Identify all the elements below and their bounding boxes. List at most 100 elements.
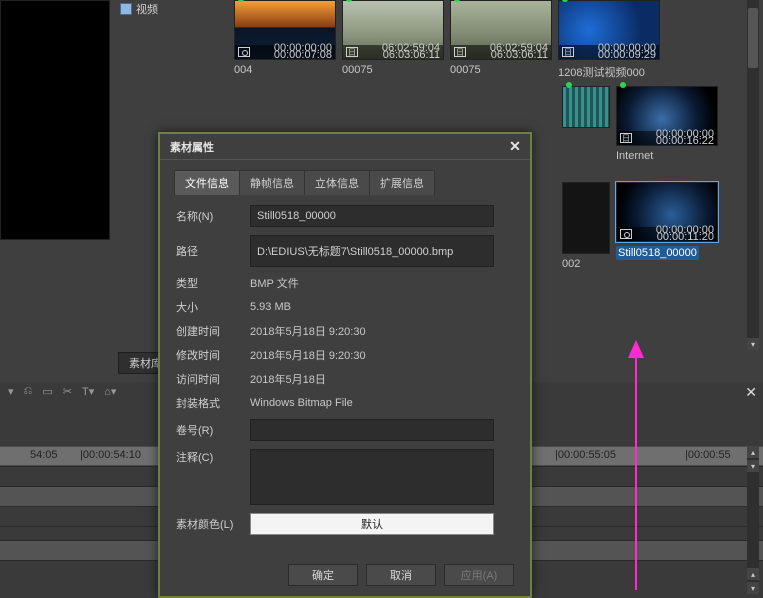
clip-label: 002 [562,258,610,270]
tab-file-info[interactable]: 文件信息 [174,170,240,195]
timeline-close-icon[interactable]: ✕ [745,384,757,401]
value-size: 5.93 MB [250,301,514,313]
value-type: BMP 文件 [250,275,514,291]
clip-thumbnail[interactable]: 日 00:00:00:0000:00:09:29 [558,0,660,60]
clip-002[interactable]: 002 [562,182,610,272]
label-accessed: 访问时间 [176,371,240,387]
clip-label: Internet [616,150,718,162]
label-name: 名称(N) [176,208,240,224]
thumb-infobar: 00:00:00:0000:00:07:08 [235,45,335,59]
tool-marker[interactable]: ▭ [42,385,52,398]
clip-label: 1208测试视频000 [558,64,660,80]
folder-icon [120,3,132,15]
thumb-infobar: 日 00:00:00:0000:00:09:29 [559,45,659,59]
clip-004[interactable]: 00:00:00:0000:00:07:08 004 [234,0,336,80]
path-input[interactable] [250,235,494,267]
dialog-buttons: 确定 取消 应用(A) [288,564,514,586]
clip-label: 00075 [342,64,444,76]
clip-timecode: 00:00:00:0000:00:11:20 [656,227,714,241]
apply-button[interactable]: 应用(A) [444,564,514,586]
label-comment: 注释(C) [176,449,240,465]
clip-timecode: 00:00:00:0000:00:07:08 [274,45,332,59]
dialog-tabs: 文件信息 静帧信息 立体信息 扩展信息 [174,170,520,195]
clip-internet[interactable]: 日 00:00:00:0000:00:16:22 Internet [616,86,718,176]
label-modified: 修改时间 [176,347,240,363]
tree-item-video[interactable]: 视频 [118,0,228,18]
reel-input[interactable] [250,419,494,441]
tool-cut[interactable]: ✂ [63,385,72,398]
ruler-tick: |00:00:55:05 [555,449,616,461]
tool-undo[interactable]: ⎌ [24,385,33,398]
dialog-title: 素材属性 [170,139,214,155]
tool-title[interactable]: T▾ [82,385,94,398]
clip-thumbnail[interactable] [562,182,610,254]
clip-thumbnail[interactable]: 00:00:00:0000:00:07:08 [234,0,336,60]
clip-timecode: 06:02:59:0406:03:06:11 [490,45,548,59]
bin-scrollbar[interactable]: ▾ [747,0,759,350]
label-type: 类型 [176,275,240,291]
thumb-infobar: 日 00:00:00:0000:00:16:22 [617,131,717,145]
value-modified: 2018年5月18日 9:20:30 [250,347,514,363]
clip-thumbnail[interactable]: 日 06:02:59:0406:03:06:11 [342,0,444,60]
comment-input[interactable] [250,449,494,505]
tab-still-info[interactable]: 静帧信息 [239,170,305,195]
dialog-titlebar[interactable]: 素材属性 ✕ [160,134,530,160]
clip-color-button-label: 默认 [361,516,383,532]
scrollbar-down-button[interactable]: ▾ [747,460,759,472]
day-icon: 日 [346,47,358,57]
scrollbar-down-button[interactable]: ▾ [747,582,759,594]
online-indicator-icon [238,0,244,2]
clip-label: 00075 [450,64,552,76]
close-icon[interactable]: ✕ [506,139,524,155]
tab-ext-info[interactable]: 扩展信息 [369,170,435,195]
clip-still0518[interactable]: 00:00:00:0000:00:11:20 Still0518_00000 [616,182,718,272]
thumb-infobar: 00:00:00:0000:00:11:20 [617,227,717,241]
day-icon: 日 [562,47,574,57]
clip-timecode: 06:02:59:0406:03:06:11 [382,45,440,59]
clip-color-button[interactable]: 默认 [250,513,494,535]
value-accessed: 2018年5月18日 [250,371,514,387]
label-created: 创建时间 [176,323,240,339]
ruler-tick: |00:00:54:10 [80,449,141,461]
clip-1208[interactable]: 日 00:00:00:0000:00:09:29 1208测试视频000 [558,0,660,80]
clip-thumbnail[interactable]: 日 06:02:59:0406:03:06:11 [450,0,552,60]
preview-monitor [0,0,110,240]
online-indicator-icon [454,0,460,2]
thumb-infobar: 日 06:02:59:0406:03:06:11 [343,45,443,59]
ok-button[interactable]: 确定 [288,564,358,586]
scrollbar-up-button[interactable]: ▴ [747,568,759,580]
label-reel: 卷号(R) [176,422,240,438]
clip-thumbnail[interactable] [562,86,610,128]
cancel-button[interactable]: 取消 [366,564,436,586]
online-indicator-icon [566,82,572,88]
dialog-body: 名称(N) 路径 类型 BMP 文件 大小 5.93 MB 创建时间 2018年… [160,195,530,545]
scrollbar-down-button[interactable]: ▾ [747,338,759,350]
tab-stereo-info[interactable]: 立体信息 [304,170,370,195]
online-indicator-icon [346,0,352,2]
scrollbar-thumb[interactable] [748,8,758,68]
clip-thumbnail[interactable]: 00:00:00:0000:00:11:20 [616,182,718,242]
clip-00075a[interactable]: 日 06:02:59:0406:03:06:11 00075 [342,0,444,80]
timeline-scrollbar[interactable]: ▴ ▾ ▴ ▾ [747,446,759,594]
online-indicator-icon [620,82,626,88]
clip-timecode: 00:00:00:0000:00:16:22 [656,131,714,145]
camera-icon [620,229,632,239]
clip-label: Still0518_00000 [616,246,699,260]
name-input[interactable] [250,205,494,227]
day-icon: 日 [454,47,466,57]
value-container: Windows Bitmap File [250,397,514,409]
clip-00075b[interactable]: 日 06:02:59:0406:03:06:11 00075 [450,0,552,80]
value-created: 2018年5月18日 9:20:30 [250,323,514,339]
tool-dropdown[interactable]: ▾ [8,385,14,398]
scrollbar-up-button[interactable]: ▴ [747,446,759,458]
label-size: 大小 [176,299,240,315]
day-icon: 日 [620,133,632,143]
clip-label: 004 [234,64,336,76]
label-container: 封装格式 [176,395,240,411]
clip-waveform[interactable] [562,86,610,176]
clip-thumbnail[interactable]: 日 00:00:00:0000:00:16:22 [616,86,718,146]
thumb-infobar: 日 06:02:59:0406:03:06:11 [451,45,551,59]
clip-properties-dialog: 素材属性 ✕ 文件信息 静帧信息 立体信息 扩展信息 名称(N) 路径 类型 B… [158,132,532,598]
ruler-tick: |00:00:55 [685,449,731,461]
tool-home[interactable]: ⌂▾ [104,385,116,398]
